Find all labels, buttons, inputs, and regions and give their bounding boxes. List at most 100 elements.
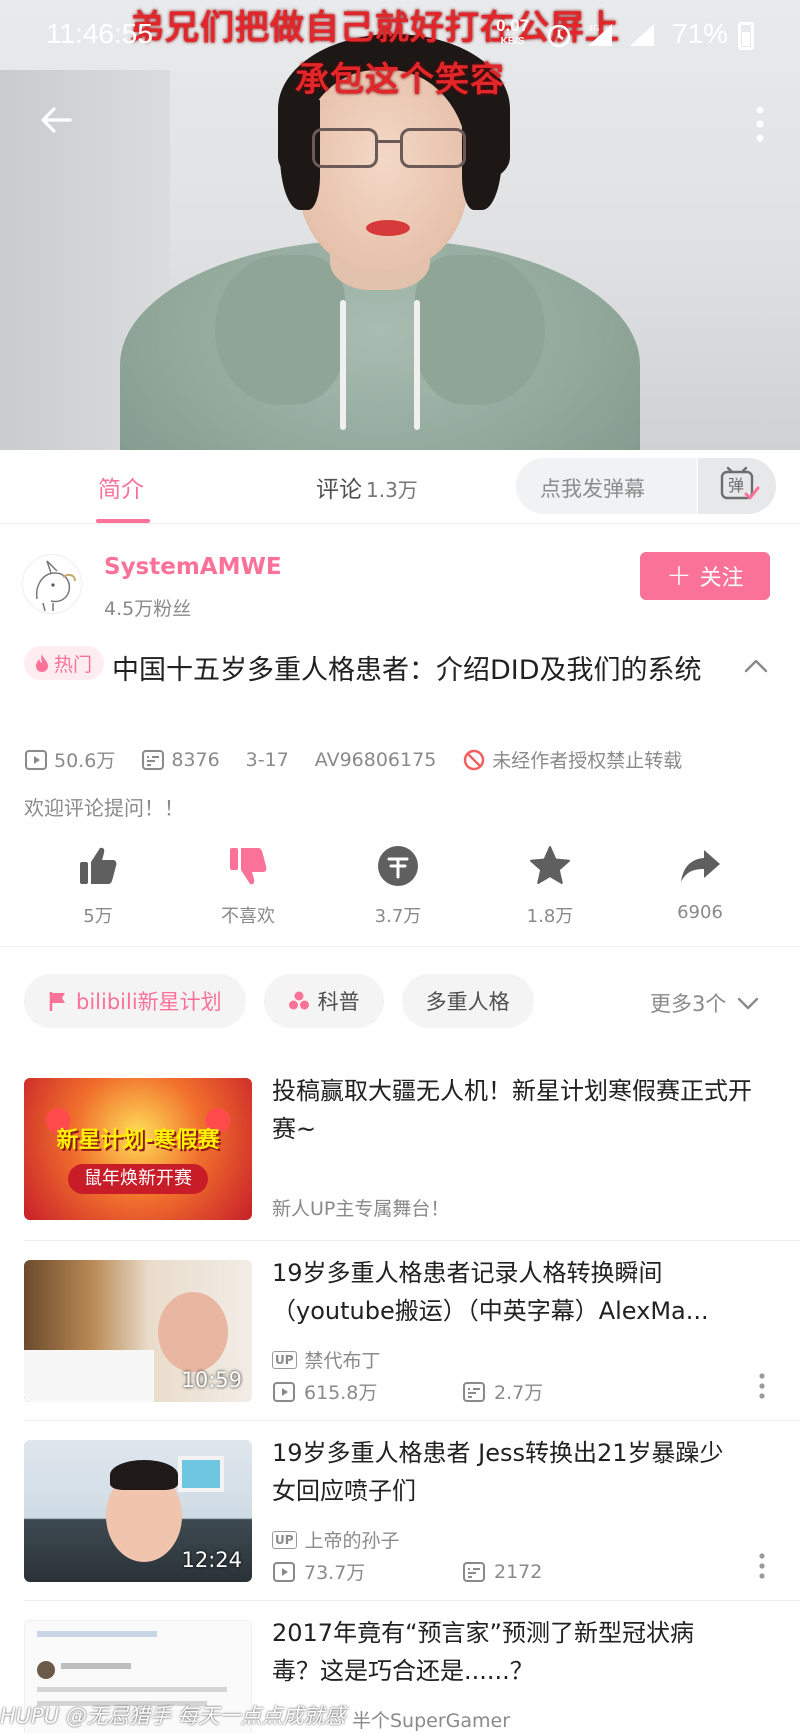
thumb-hair	[110, 1460, 178, 1490]
related-title: 19岁多重人格患者记录人格转换瞬间	[272, 1259, 663, 1287]
thumb-text-line	[37, 1631, 157, 1637]
tag-list: bilibili新星计划 科普 多重人格	[24, 974, 534, 1028]
promo-thumb-subtitle: 鼠年焕新开赛	[68, 1164, 208, 1194]
tag-label: 多重人格	[425, 990, 510, 1014]
alarm-icon	[547, 24, 571, 48]
copyright-notice: 未经作者授权禁止转载	[492, 750, 683, 772]
thumbs-up-icon	[80, 847, 117, 884]
coin-button[interactable]: 3.7万	[338, 844, 458, 928]
status-icons: 4G	[546, 22, 656, 48]
view-count: 50.6万	[54, 750, 116, 772]
action-bar: 5万 不喜欢 3.7万 1.8万 6906	[0, 844, 800, 944]
list-item[interactable]: 新星计划-寒假赛 鼠年焕新开赛 投稿赢取大疆无人机！新星计划寒假赛正式开赛~ 新…	[0, 1077, 800, 1260]
video-person-hair-right	[462, 100, 502, 210]
avatar[interactable]	[22, 554, 82, 614]
video-thumbnail[interactable]: 12:24	[24, 1440, 252, 1582]
thumb-text-line	[37, 1687, 227, 1692]
tag-chip[interactable]: 多重人格	[401, 974, 534, 1028]
related-views: 73.7万	[304, 1562, 366, 1584]
danmaku-toggle-button[interactable]: 弹	[696, 458, 776, 514]
share-arrow-icon	[681, 850, 720, 882]
tab-active-indicator	[96, 519, 150, 523]
tab-comments[interactable]: 评论 1.3万	[316, 470, 418, 504]
publish-date: 3-17	[245, 748, 289, 771]
video-person-lips	[366, 220, 410, 236]
tab-bar: 简介 评论 1.3万 点我发弹幕 弹	[0, 450, 800, 524]
related-stats: 73.7万 2172	[272, 1558, 542, 1585]
related-stats: 615.8万 2.7万	[272, 1378, 543, 1405]
related-views: 615.8万	[304, 1382, 378, 1404]
video-thumbnail[interactable]: 10:59	[24, 1260, 252, 1402]
chevron-up-icon[interactable]	[742, 652, 770, 680]
video-player[interactable]: 弟兄们把做自己就好打在公屏上 承包这个笑容 11:46:55 0.07 KB/S…	[0, 0, 800, 450]
related-uploader: UP 上帝的孙子	[272, 1526, 400, 1553]
more-tags-label: 更多3个	[650, 992, 727, 1016]
star-icon	[530, 846, 570, 884]
thumb-person	[158, 1292, 228, 1372]
danmaku-input-placeholder: 点我发弹幕	[540, 477, 645, 501]
related-title: 19岁多重人格患者 Jess转换出21岁暴躁少	[272, 1439, 724, 1467]
danmaku-count-icon	[142, 749, 165, 770]
tab-comments-label: 评论	[316, 477, 362, 503]
signal-icon: 4G	[588, 24, 612, 46]
favorite-button[interactable]: 1.8万	[490, 844, 610, 928]
follow-button[interactable]: + 关注	[640, 552, 770, 600]
video-duration: 12:24	[181, 1548, 242, 1572]
uploader-name[interactable]: SystemAMWE	[104, 554, 282, 580]
watermark: HUPU @无忌猎手 每天一点点成就感	[0, 1704, 346, 1728]
promo-thumbnail[interactable]: 新星计划-寒假赛 鼠年焕新开赛	[24, 1078, 252, 1220]
like-button[interactable]: 5万	[38, 844, 158, 928]
like-count: 5万	[83, 906, 113, 927]
divider	[24, 1600, 800, 1601]
list-item[interactable]: 10:59 19岁多重人格患者记录人格转换瞬间 （youtube搬运）（中英字幕…	[0, 1259, 800, 1442]
more-vertical-icon[interactable]	[748, 104, 772, 144]
science-icon	[288, 991, 309, 1010]
tag-label: bilibili新星计划	[76, 990, 222, 1014]
chevron-down-icon	[738, 997, 759, 1010]
status-net-speed: 0.07 KB/S	[496, 16, 530, 50]
flag-icon	[49, 992, 65, 1011]
uploader-section: SystemAMWE 4.5万粉丝 + 关注	[0, 538, 800, 628]
danmaku-count-icon	[463, 1561, 485, 1582]
hot-badge[interactable]: 热门	[24, 646, 105, 680]
battery-percent: 71%	[672, 18, 729, 49]
coin-count: 3.7万	[374, 906, 422, 927]
flame-icon	[36, 654, 48, 672]
list-item[interactable]: 12:24 19岁多重人格患者 Jess转换出21岁暴躁少 女回应喷子们 UP …	[0, 1439, 800, 1622]
video-title: 中国十五岁多重人格患者：介绍DID及我们的系统	[112, 655, 702, 686]
danmaku-toggle-label: 弹	[728, 476, 744, 495]
tag-label: 科普	[317, 990, 360, 1014]
follow-label: 关注	[699, 566, 744, 591]
more-vertical-icon[interactable]	[756, 1372, 768, 1400]
signal-icon-2	[630, 24, 654, 46]
thumbs-down-icon	[230, 848, 267, 885]
back-arrow-icon[interactable]	[36, 100, 76, 140]
net-speed-value: 0.07	[496, 16, 530, 35]
danmaku-count: 8376	[171, 748, 220, 771]
share-button[interactable]: 6906	[640, 844, 760, 923]
tab-intro[interactable]: 简介	[98, 470, 144, 504]
tag-chip[interactable]: 科普	[263, 974, 384, 1028]
related-title: 投稿赢取大疆无人机！新星计划寒假赛正式开赛~	[272, 1077, 752, 1143]
divider	[0, 946, 800, 947]
thumb-picture-frame	[178, 1456, 224, 1492]
thumb-avatar	[37, 1661, 55, 1679]
status-time: 11:46:55	[46, 18, 153, 49]
danmaku-input[interactable]: 点我发弹幕 弹	[516, 458, 776, 514]
related-title-line2: （youtube搬运）（中英字幕）AlexMa...	[272, 1297, 709, 1325]
thumb-bed	[24, 1350, 154, 1402]
more-tags-button[interactable]: 更多3个	[650, 988, 760, 1018]
dislike-label: 不喜欢	[221, 906, 275, 927]
more-vertical-icon[interactable]	[756, 1552, 768, 1580]
favorite-count: 1.8万	[526, 906, 574, 927]
plus-icon: +	[666, 558, 692, 593]
dislike-button[interactable]: 不喜欢	[188, 844, 308, 928]
tag-chip[interactable]: bilibili新星计划	[24, 974, 246, 1028]
danmaku-count-icon	[463, 1381, 485, 1402]
up-badge: UP	[272, 1530, 297, 1549]
video-person-hood-right	[415, 255, 545, 405]
av-id: AV96806175	[314, 748, 437, 771]
video-hoodie-string-left	[340, 300, 346, 430]
video-duration: 10:59	[181, 1368, 242, 1392]
related-uploader: UP 禁代布丁	[272, 1346, 381, 1373]
